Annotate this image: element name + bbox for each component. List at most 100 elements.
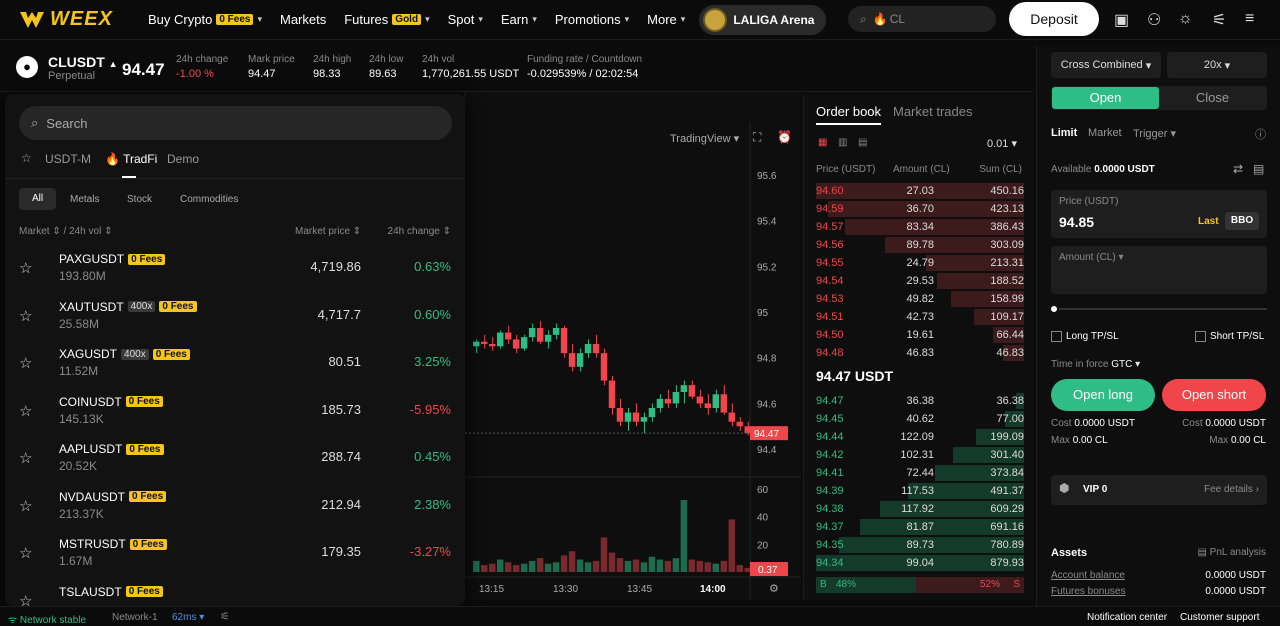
ob-layout-asks-icon[interactable]: ▤ xyxy=(858,137,867,148)
market-row[interactable]: ☆ MSTRUSDT 0 Fees 1.67M 179.35 -3.27% xyxy=(5,531,465,578)
star-icon[interactable]: ☆ xyxy=(19,307,32,325)
precision-select[interactable]: 0.01 ▾ xyxy=(987,137,1017,150)
order-type-limit[interactable]: Limit xyxy=(1051,127,1077,139)
tab-usdt-m[interactable]: USDT-M xyxy=(45,152,91,166)
latency-select[interactable]: 62ms ▾ xyxy=(172,612,204,623)
order-type-market[interactable]: Market xyxy=(1088,127,1122,139)
ask-row[interactable]: 94.55 24.79 213.31 xyxy=(816,254,1024,272)
bid-row[interactable]: 94.35 89.73 780.89 xyxy=(816,536,1024,554)
col-market-header[interactable]: Market ⇕ / 24h vol ⇕ xyxy=(19,226,112,237)
tab-market-trades[interactable]: Market trades xyxy=(893,104,972,119)
margin-mode-select[interactable]: Cross Combined ▾ xyxy=(1051,52,1161,78)
star-icon[interactable]: ☆ xyxy=(19,544,32,562)
ask-row[interactable]: 94.54 29.53 188.52 xyxy=(816,272,1024,290)
transfer-icon[interactable]: ⇄ xyxy=(1233,162,1243,176)
long-tpsl-checkbox[interactable]: Long TP/SL xyxy=(1051,331,1119,342)
star-icon[interactable]: ☆ xyxy=(19,354,32,372)
close-tab[interactable]: Close xyxy=(1159,87,1266,109)
market-row[interactable]: ☆ NVDAUSDT 0 Fees 213.37K 212.94 2.38% xyxy=(5,484,465,531)
amount-slider[interactable] xyxy=(1049,304,1267,314)
bid-row[interactable]: 94.37 81.87 691.16 xyxy=(816,518,1024,536)
order-type-trigger[interactable]: Trigger ▾ xyxy=(1133,127,1176,140)
ask-row[interactable]: 94.59 36.70 423.13 xyxy=(816,200,1024,218)
open-long-button[interactable]: Open long xyxy=(1051,379,1155,411)
notification-center-link[interactable]: Notification center xyxy=(1087,612,1167,623)
customer-support-link[interactable]: Customer support xyxy=(1180,612,1259,623)
star-icon[interactable]: ☆ xyxy=(19,592,32,607)
ask-row[interactable]: 94.51 42.73 109.17 xyxy=(816,308,1024,326)
tab-order-book[interactable]: Order book xyxy=(816,104,882,125)
nav-more[interactable]: More ▾ xyxy=(647,12,685,27)
calculator-icon[interactable]: ▤ xyxy=(1253,162,1264,176)
amount-input[interactable]: Amount (CL) ▾ xyxy=(1051,246,1267,294)
market-row[interactable]: ☆ XAGUSDT 400x 0 Fees 11.52M 80.51 3.25% xyxy=(5,341,465,388)
ask-row[interactable]: 94.48 46.83 46.83 xyxy=(816,344,1024,362)
slider-handle[interactable] xyxy=(1049,304,1059,314)
filter-stock[interactable]: Stock xyxy=(127,194,152,205)
bid-row[interactable]: 94.38 117.92 609.29 xyxy=(816,500,1024,518)
ask-row[interactable]: 94.50 19.61 66.44 xyxy=(816,326,1024,344)
bid-row[interactable]: 94.42 102.31 301.40 xyxy=(816,446,1024,464)
filter-commodities[interactable]: Commodities xyxy=(180,194,238,205)
vip-fee-row[interactable]: ⬢ VIP 0 Fee details › xyxy=(1051,475,1267,505)
last-price-button[interactable]: Last xyxy=(1198,216,1219,227)
candlestick-chart[interactable]: 95.6 95.4 95.2 95 94.8 94.6 94.4 94.47 60 40 20 0.3… xyxy=(465,92,801,600)
sun-icon[interactable]: ☼ xyxy=(1178,10,1193,28)
market-row[interactable]: ☆ TSLAUSDT 0 Fees xyxy=(5,579,465,607)
star-icon[interactable]: ☆ xyxy=(19,497,32,515)
col-change-header[interactable]: 24h change ⇕ xyxy=(388,226,451,237)
market-search-input[interactable]: ⌕ Search xyxy=(19,106,452,140)
tab-tradfi[interactable]: 🔥 TradFi xyxy=(105,152,157,166)
fee-details-link[interactable]: Fee details xyxy=(1204,484,1253,495)
chart-panel[interactable]: TradingView ▾ ⛶ ⏰ 95.6 95.4 95.2 95 94.8 94.6… xyxy=(464,92,801,600)
star-icon[interactable]: ☆ xyxy=(19,449,32,467)
market-row[interactable]: ☆ AAPLUSDT 0 Fees 20.52K 288.74 0.45% xyxy=(5,436,465,483)
favorites-star-icon[interactable]: ☆ xyxy=(21,151,32,165)
ask-row[interactable]: 94.60 27.03 450.16 xyxy=(816,182,1024,200)
bid-row[interactable]: 94.34 99.04 879.93 xyxy=(816,554,1024,572)
info-icon[interactable]: ⓘ xyxy=(1255,126,1266,142)
menu-icon[interactable]: ≡ xyxy=(1245,10,1254,28)
symbol-selector[interactable]: CLUSDT ▲ Perpetual xyxy=(48,54,118,82)
nav-promotions[interactable]: Promotions ▾ xyxy=(555,12,629,27)
ask-row[interactable]: 94.57 83.34 386.43 xyxy=(816,218,1024,236)
nav-futures[interactable]: Futures Gold ▾ xyxy=(344,12,429,27)
open-short-button[interactable]: Open short xyxy=(1162,379,1266,411)
market-row[interactable]: ☆ PAXGUSDT 0 Fees 193.80M 4,719.86 0.63% xyxy=(5,246,465,293)
ask-row[interactable]: 94.53 49.82 158.99 xyxy=(816,290,1024,308)
settings-sliders-icon[interactable]: ⚟ xyxy=(220,610,230,623)
nav-markets[interactable]: Markets xyxy=(280,12,326,27)
bid-row[interactable]: 94.41 72.44 373.84 xyxy=(816,464,1024,482)
open-tab[interactable]: Open xyxy=(1052,87,1159,109)
market-row[interactable]: ☆ XAUTUSDT 400x 0 Fees 25.58M 4,717.7 0.60% xyxy=(5,294,465,341)
leverage-select[interactable]: 20x ▾ xyxy=(1167,52,1267,78)
weex-logo[interactable]: WEEX xyxy=(18,8,130,31)
chart-settings-icon[interactable]: ⚙ xyxy=(769,582,779,595)
bid-row[interactable]: 94.45 40.62 77.00 xyxy=(816,410,1024,428)
laliga-arena-button[interactable]: LALIGA Arena xyxy=(699,4,827,35)
top-search-input[interactable]: ⌕ 🔥 CL xyxy=(848,6,996,32)
star-icon[interactable]: ☆ xyxy=(19,259,32,277)
nav-spot[interactable]: Spot ▾ xyxy=(448,12,483,27)
ob-layout-bids-icon[interactable]: ▥ xyxy=(838,137,847,148)
star-icon[interactable]: ☆ xyxy=(19,402,32,420)
col-price-header[interactable]: Market price ⇕ xyxy=(295,226,361,237)
bid-row[interactable]: 94.47 36.38 36.38 xyxy=(816,392,1024,410)
price-input[interactable]: Price (USDT) 94.85 Last BBO xyxy=(1051,190,1267,238)
nav-buy-crypto[interactable]: Buy Crypto 0 Fees ▾ xyxy=(148,12,262,27)
ob-layout-both-icon[interactable]: ▦ xyxy=(818,137,827,148)
bid-row[interactable]: 94.39 117.53 491.37 xyxy=(816,482,1024,500)
nav-earn[interactable]: Earn ▾ xyxy=(501,12,537,27)
settings-sliders-icon[interactable]: ⚟ xyxy=(1212,10,1226,30)
deposit-button[interactable]: Deposit xyxy=(1009,2,1099,36)
user-icon[interactable]: ⚇ xyxy=(1147,10,1161,30)
wallet-icon[interactable]: ▣ xyxy=(1114,10,1129,30)
short-tpsl-checkbox[interactable]: Short TP/SL xyxy=(1195,331,1264,342)
time-in-force-select[interactable]: Time in force GTC ▾ xyxy=(1051,359,1140,370)
bid-row[interactable]: 94.44 122.09 199.09 xyxy=(816,428,1024,446)
market-row[interactable]: ☆ COINUSDT 0 Fees 145.13K 185.73 -5.95% xyxy=(5,389,465,436)
filter-metals[interactable]: Metals xyxy=(70,194,99,205)
bbo-button[interactable]: BBO xyxy=(1225,212,1259,230)
pnl-analysis-link[interactable]: ▤ PnL analysis xyxy=(1197,547,1266,558)
tab-demo[interactable]: Demo xyxy=(167,152,199,166)
